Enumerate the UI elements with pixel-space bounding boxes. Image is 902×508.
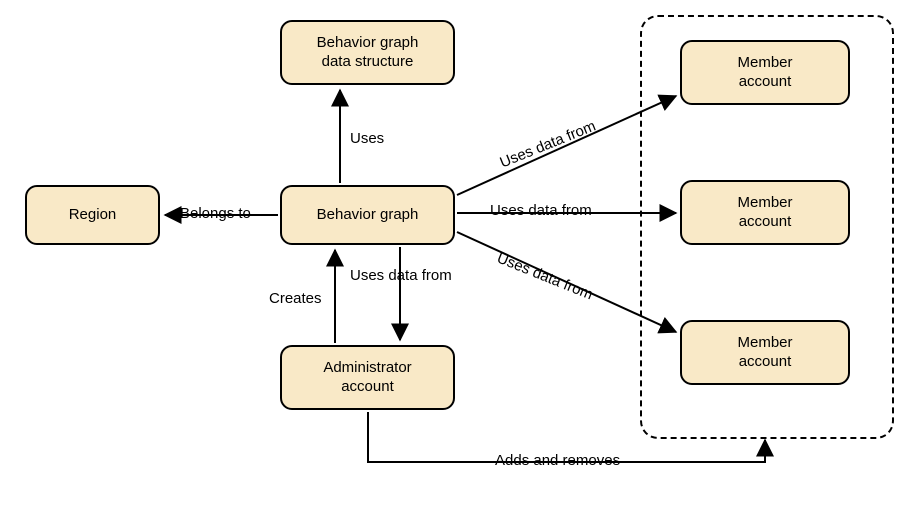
node-member-account-3-label: Memberaccount bbox=[737, 334, 792, 372]
node-behavior-graph-data-structure: Behavior graphdata structure bbox=[280, 20, 455, 85]
edge-label-creates: Creates bbox=[269, 290, 322, 307]
node-member-account-2: Memberaccount bbox=[680, 180, 850, 245]
node-behavior-graph-label: Behavior graph bbox=[317, 206, 419, 225]
edge-label-uses-data-from-member2: Uses data from bbox=[490, 202, 592, 219]
node-member-account-1: Memberaccount bbox=[680, 40, 850, 105]
edge-label-uses-data-from-member1: Uses data from bbox=[498, 118, 599, 172]
edge-label-uses-data-from-member3: Uses data from bbox=[495, 250, 596, 304]
node-member-account-3: Memberaccount bbox=[680, 320, 850, 385]
edge-label-uses: Uses bbox=[350, 130, 384, 147]
node-administrator-account: Administratoraccount bbox=[280, 345, 455, 410]
edge-label-adds-and-removes: Adds and removes bbox=[495, 452, 620, 469]
node-region-label: Region bbox=[69, 206, 117, 225]
node-region: Region bbox=[25, 185, 160, 245]
node-behavior-graph-data-structure-label: Behavior graphdata structure bbox=[317, 34, 419, 72]
node-member-account-2-label: Memberaccount bbox=[737, 194, 792, 232]
edge-label-uses-data-from-admin: Uses data from bbox=[350, 267, 452, 284]
node-administrator-account-label: Administratoraccount bbox=[323, 359, 411, 397]
node-behavior-graph: Behavior graph bbox=[280, 185, 455, 245]
edge-label-belongs-to: Belongs to bbox=[180, 205, 251, 222]
node-member-account-1-label: Memberaccount bbox=[737, 54, 792, 92]
diagram-canvas: Region Behavior graph Behavior graphdata… bbox=[0, 0, 902, 508]
